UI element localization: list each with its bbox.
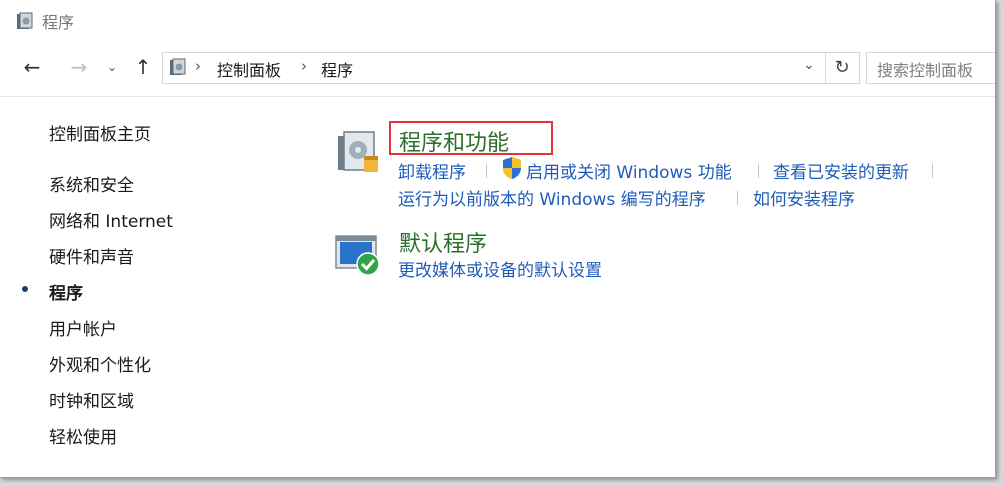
sidebar-item-user-accounts[interactable]: 用户帐户 [49, 315, 117, 340]
link-how-to-install[interactable]: 如何安装程序 [753, 185, 855, 210]
link-separator [758, 164, 759, 178]
arrow-left-icon: ← [23, 55, 41, 79]
link-uninstall-program[interactable]: 卸载程序 [398, 158, 466, 183]
category-title-default-programs[interactable]: 默认程序 [399, 226, 487, 258]
sidebar-item-hardware-sound[interactable]: 硬件和声音 [49, 243, 134, 268]
arrow-up-icon: ↑ [134, 55, 152, 79]
search-input[interactable]: 搜索控制面板 [866, 52, 995, 84]
current-item-bullet [22, 286, 28, 292]
link-windows-features[interactable]: 启用或关闭 Windows 功能 [526, 158, 732, 183]
link-separator [932, 164, 933, 178]
breadcrumb-programs[interactable]: 程序 [321, 57, 353, 81]
arrow-right-icon: → [70, 55, 88, 79]
uac-shield-icon [503, 157, 521, 179]
link-separator [737, 191, 738, 205]
window-title: 程序 [42, 13, 75, 32]
sidebar-item-ease-of-access[interactable]: 轻松使用 [49, 423, 117, 448]
refresh-icon: ↻ [834, 57, 850, 78]
search-placeholder: 搜索控制面板 [877, 61, 974, 80]
sidebar-item-programs: 程序 [49, 284, 83, 304]
link-installed-updates[interactable]: 查看已安装的更新 [773, 158, 909, 183]
title-bar: 程序 [0, 0, 995, 40]
chevron-down-icon: ⌄ [106, 60, 118, 74]
default-programs-icon [335, 235, 380, 276]
breadcrumb-control-panel[interactable]: 控制面板 [217, 57, 281, 81]
up-button[interactable]: ↑ [130, 54, 156, 80]
refresh-button[interactable]: ↻ [825, 53, 858, 83]
sidebar-item-appearance[interactable]: 外观和个性化 [49, 351, 151, 376]
sidebar-item-clock-region[interactable]: 时钟和区域 [49, 387, 134, 412]
breadcrumb-separator-icon[interactable]: › [195, 57, 201, 75]
address-bar[interactable]: › 控制面板 › 程序 ⌄ ↻ [162, 52, 860, 84]
control-panel-window: 程序 ← → ⌄ ↑ › 控制面板 › 程序 ⌄ ↻ 搜索控制面板 控制面板主页… [0, 0, 996, 478]
navigation-bar: ← → ⌄ ↑ › 控制面板 › 程序 ⌄ ↻ 搜索控制面板 [0, 48, 995, 88]
sidebar-item-network[interactable]: 网络和 Internet [49, 207, 173, 232]
link-compatibility[interactable]: 运行为以前版本的 Windows 编写的程序 [398, 185, 706, 210]
sidebar-item-system-security[interactable]: 系统和安全 [49, 171, 134, 196]
sidebar-item-home[interactable]: 控制面板主页 [49, 120, 151, 145]
breadcrumb-separator-icon[interactable]: › [301, 57, 307, 75]
link-media-device-defaults[interactable]: 更改媒体或设备的默认设置 [398, 256, 602, 281]
toolbar-divider [0, 96, 995, 97]
back-button[interactable]: ← [19, 54, 45, 80]
recent-locations-button[interactable]: ⌄ [103, 54, 121, 80]
control-panel-icon [170, 58, 186, 75]
highlight-box [389, 121, 553, 155]
link-separator [486, 164, 487, 178]
forward-button[interactable]: → [66, 54, 92, 80]
control-panel-icon [17, 12, 33, 29]
programs-features-icon [338, 131, 378, 172]
address-dropdown-icon[interactable]: ⌄ [803, 57, 815, 73]
